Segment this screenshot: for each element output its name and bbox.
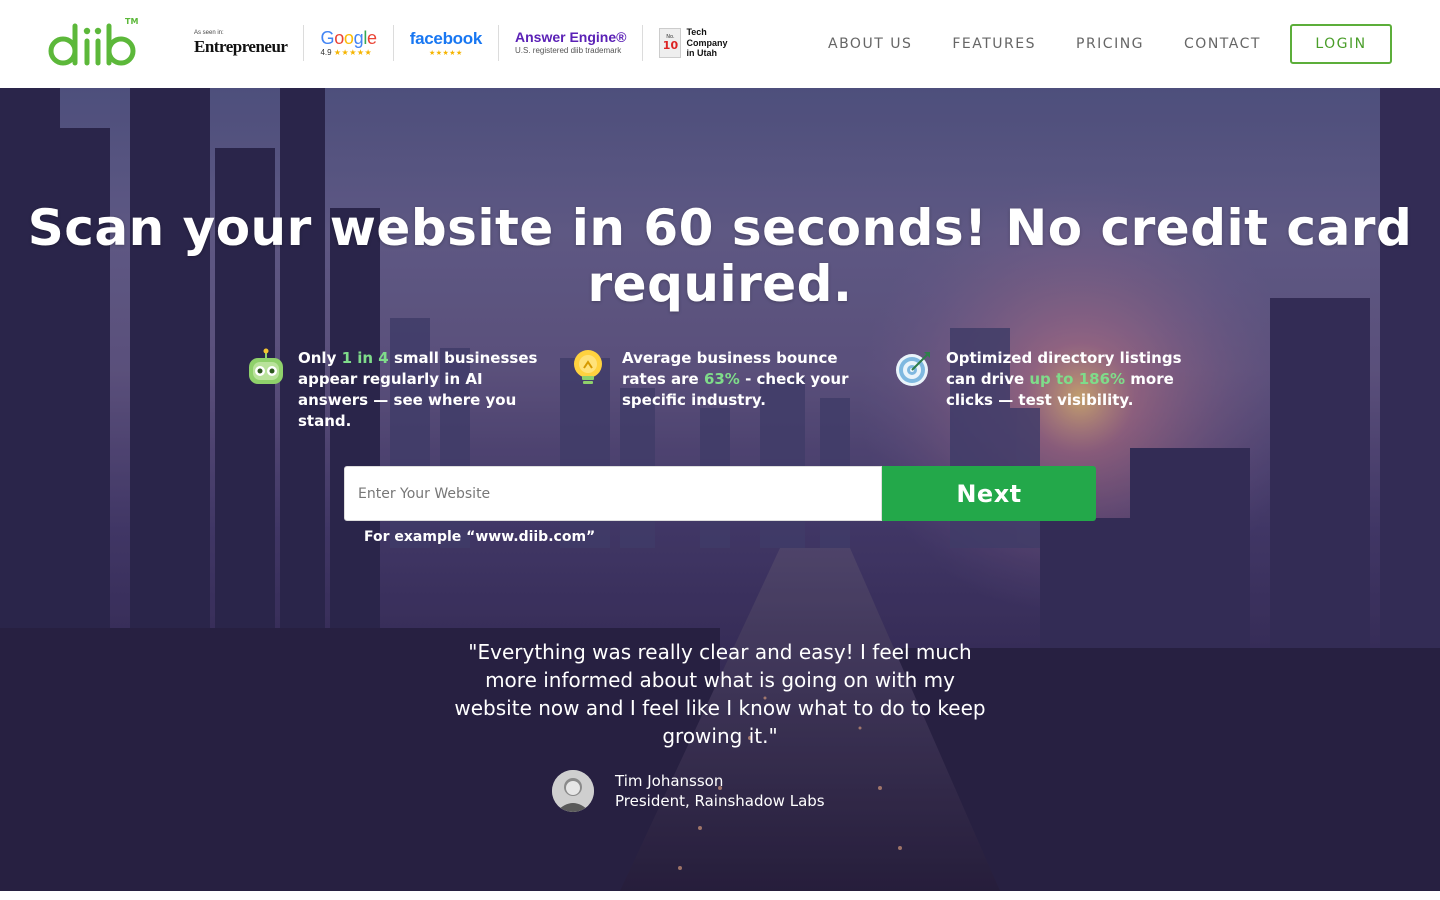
tech-company-badge: No. 10 Tech Company in Utah — [643, 25, 750, 61]
next-button[interactable]: Next — [882, 466, 1096, 521]
facebook-stars-icon: ★★★★★ — [428, 49, 463, 57]
nav-about-us[interactable]: ABOUT US — [828, 36, 912, 52]
website-scan-form: Next — [344, 466, 1096, 521]
entrepreneur-badge: As seen in: Entrepreneur — [190, 25, 305, 61]
facebook-badge: facebook ★★★★★ — [394, 25, 499, 61]
entrepreneur-logo: Entrepreneur — [194, 37, 288, 56]
stat-highlight: up to 186% — [1029, 370, 1126, 388]
stat-directory-listings: Optimized directory listings can drive u… — [894, 348, 1218, 432]
google-logo: Google — [320, 28, 377, 48]
hero-section: Scan your website in 60 seconds! No cred… — [0, 88, 1440, 891]
login-button[interactable]: LOGIN — [1290, 24, 1392, 64]
tech-company-label: Tech Company in Utah — [686, 27, 728, 59]
stat-highlight: 1 in 4 — [341, 349, 389, 367]
diib-logo[interactable]: TM — [47, 14, 139, 70]
target-icon — [894, 348, 934, 388]
hero-headline: Scan your website in 60 seconds! No cred… — [27, 199, 1413, 313]
nav-contact[interactable]: CONTACT — [1184, 36, 1261, 52]
press-badges: As seen in: Entrepreneur Google 4.9 ★★★★… — [190, 22, 750, 64]
trademark-mark: TM — [125, 17, 138, 26]
stats-row: Only 1 in 4 small businesses appear regu… — [246, 348, 1218, 432]
answer-engine-subtitle: U.S. registered diib trademark — [515, 46, 622, 55]
main-nav: ABOUT US FEATURES PRICING CONTACT — [808, 0, 1301, 88]
lightbulb-icon — [570, 348, 610, 388]
google-rating: 4.9 — [320, 48, 332, 57]
stat-highlight: 63% — [703, 370, 740, 388]
facebook-logo: facebook — [409, 29, 483, 48]
author-title: President, Rainshadow Labs — [615, 792, 825, 810]
website-input[interactable] — [344, 466, 882, 521]
as-seen-in-label: As seen in: — [194, 30, 224, 36]
nav-pricing[interactable]: PRICING — [1076, 36, 1144, 52]
no10-icon: No. 10 — [659, 28, 682, 58]
author-name: Tim Johansson — [615, 772, 724, 790]
author-avatar — [552, 770, 594, 812]
answer-engine-badge: Answer Engine® U.S. registered diib trad… — [499, 25, 644, 61]
testimonial-quote: "Everything was really clear and easy! I… — [454, 640, 986, 748]
stat-bounce-rate: Average business bounce rates are 63% - … — [570, 348, 894, 432]
google-badge: Google 4.9 ★★★★★ — [304, 25, 394, 61]
stat-ai-answers: Only 1 in 4 small businesses appear regu… — [246, 348, 570, 432]
robot-icon — [246, 348, 286, 388]
google-stars-icon: ★★★★★ — [333, 48, 373, 57]
testimonial-author: Tim Johansson President, Rainshadow Labs — [552, 770, 825, 812]
answer-engine-title: Answer Engine® — [515, 29, 627, 45]
nav-features[interactable]: FEATURES — [952, 36, 1036, 52]
site-header: TM As seen in: Entrepreneur Google 4.9 ★… — [0, 0, 1440, 88]
input-example-hint: For example “www.diib.com” — [364, 529, 596, 545]
